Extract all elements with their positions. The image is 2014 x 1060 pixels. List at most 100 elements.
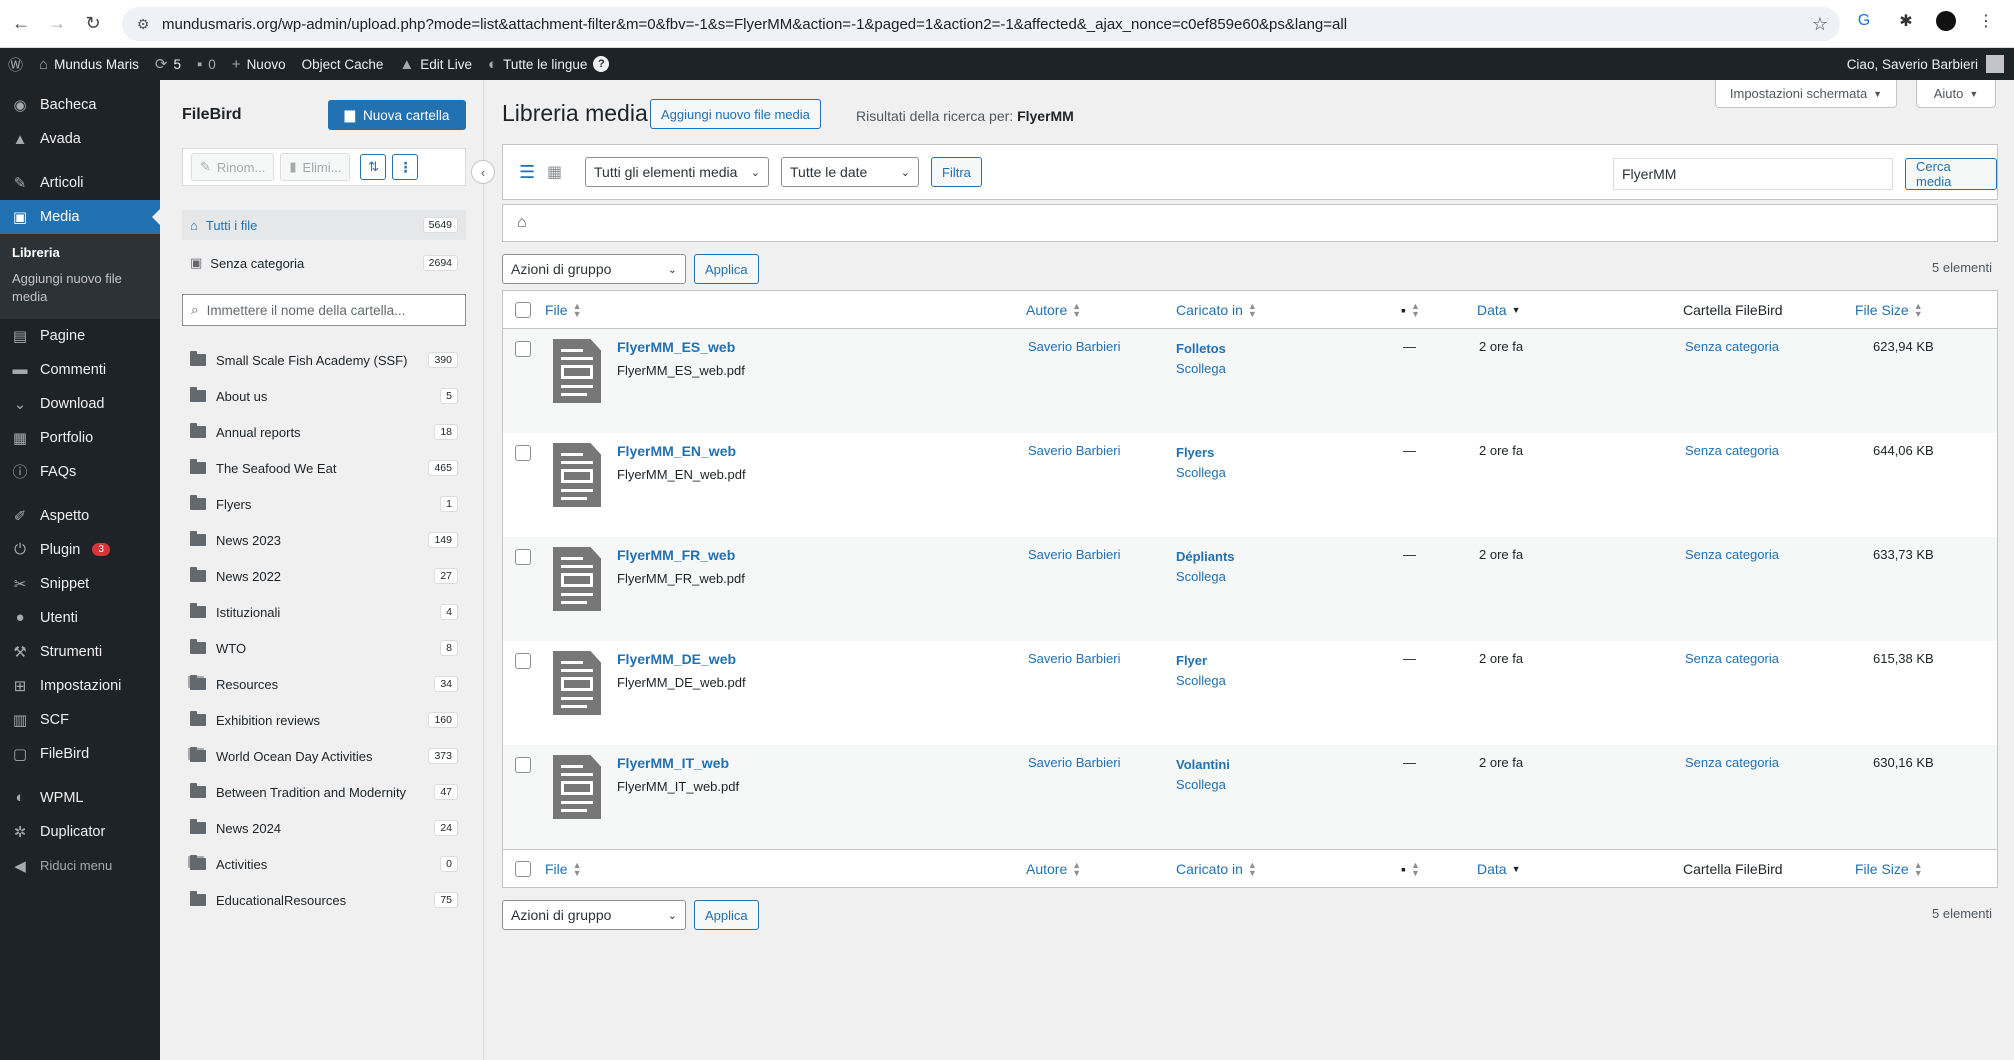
folder-item[interactable]: World Ocean Day Activities 373	[182, 738, 466, 774]
help-button[interactable]: Aiuto ▼	[1916, 80, 1996, 108]
address-bar[interactable]: ⚙ mundusmaris.org/wp-admin/upload.php?mo…	[122, 7, 1840, 41]
folder-item[interactable]: EducationalResources 75	[182, 882, 466, 918]
col-date-footer[interactable]: Data ▼	[1477, 861, 1521, 877]
object-cache-link[interactable]: Object Cache	[294, 48, 392, 80]
col-author-footer[interactable]: Autore ▲ ▼	[1026, 860, 1081, 877]
add-new-media-button[interactable]: Aggiungi nuovo file media	[650, 99, 821, 129]
row-checkbox[interactable]	[515, 549, 531, 565]
new-folder-button[interactable]: ▆ Nuova cartella	[328, 100, 466, 130]
search-media-button[interactable]: Cerca media	[1905, 158, 1997, 190]
list-view-icon[interactable]: ☰	[519, 162, 539, 182]
bulk-actions-select[interactable]: Azioni di gruppo ⌄	[502, 254, 686, 284]
folder-item[interactable]: Istituzionali 4	[182, 594, 466, 630]
bookmark-star-icon[interactable]: ☆	[1812, 14, 1828, 35]
folder-uncategorized[interactable]: ▣ Senza categoria 2694	[182, 248, 466, 278]
menu-item-faqs[interactable]: ⓘ FAQs	[0, 455, 160, 489]
new-content-link[interactable]: + Nuovo	[224, 48, 294, 80]
author-link[interactable]: Saverio Barbieri	[1028, 443, 1121, 458]
attached-post-link[interactable]: Flyer	[1176, 651, 1226, 671]
filter-button[interactable]: Filtra	[931, 157, 982, 187]
attached-post-link[interactable]: Volantini	[1176, 755, 1230, 775]
menu-item-pagine[interactable]: ▤ Pagine	[0, 319, 160, 353]
folder-all-files[interactable]: ⌂ Tutti i file 5649	[182, 210, 466, 240]
collapse-menu-button[interactable]: ◀ Riduci menu	[0, 849, 160, 883]
col-date[interactable]: Data ▼	[1477, 302, 1521, 318]
language-switcher[interactable]: ◐ Tutte le lingue?	[480, 48, 617, 80]
menu-item-download[interactable]: ⌄ Download	[0, 387, 160, 421]
folder-search-input[interactable]: ⌕ Immettere il nome della cartella...	[182, 294, 466, 326]
screen-options-button[interactable]: Impostazioni schermata ▼	[1715, 80, 1897, 108]
menu-item-bacheca[interactable]: ◉ Bacheca	[0, 88, 160, 122]
wp-logo-icon[interactable]: Ⓦ	[0, 48, 31, 80]
date-select[interactable]: Tutte le date ⌄	[781, 157, 919, 187]
menu-item-strumenti[interactable]: ⚒ Strumenti	[0, 635, 160, 669]
media-title-link[interactable]: FlyerMM_ES_web	[617, 339, 735, 355]
col-uploaded-footer[interactable]: Caricato in ▲ ▼	[1176, 860, 1257, 877]
media-type-select[interactable]: Tutti gli elementi media ⌄	[585, 157, 769, 187]
back-icon[interactable]: ←	[6, 9, 36, 39]
menu-item-avada[interactable]: ▲ Avada	[0, 122, 160, 156]
attached-post-link[interactable]: Flyers	[1176, 443, 1226, 463]
folder-item[interactable]: Resources 34	[182, 666, 466, 702]
attached-post-link[interactable]: Dépliants	[1176, 547, 1235, 567]
col-uploaded-to[interactable]: Caricato in ▲ ▼	[1176, 301, 1257, 318]
folder-link[interactable]: Senza categoria	[1685, 443, 1779, 458]
browser-menu-icon[interactable]: ⋮	[1974, 9, 1998, 33]
grid-view-icon[interactable]: ▦	[547, 162, 567, 182]
folder-item[interactable]: News 2024 24	[182, 810, 466, 846]
folder-link[interactable]: Senza categoria	[1685, 651, 1779, 666]
media-title-link[interactable]: FlyerMM_IT_web	[617, 755, 729, 771]
updates-link[interactable]: ⟳ 5	[147, 48, 189, 80]
col-file-footer[interactable]: File ▲ ▼	[545, 860, 581, 877]
menu-item-commenti[interactable]: ▬ Commenti	[0, 353, 160, 387]
folder-link[interactable]: Senza categoria	[1685, 755, 1779, 770]
menu-item-snippet[interactable]: ✂ Snippet	[0, 567, 160, 601]
folder-item[interactable]: Activities 0	[182, 846, 466, 882]
row-checkbox[interactable]	[515, 757, 531, 773]
my-account[interactable]: Ciao, Saverio Barbieri	[1847, 48, 2004, 80]
folder-item[interactable]: News 2023 149	[182, 522, 466, 558]
pdf-document-icon[interactable]	[553, 651, 603, 715]
select-all-checkbox-bottom[interactable]	[515, 860, 531, 877]
menu-item-aspetto[interactable]: ✐ Aspetto	[0, 499, 160, 533]
folder-item[interactable]: Exhibition reviews 160	[182, 702, 466, 738]
detach-link[interactable]: Scollega	[1176, 463, 1226, 483]
bulk-actions-select-bottom[interactable]: Azioni di gruppo ⌄	[502, 900, 686, 930]
menu-item-plugin[interactable]: ⏻ Plugin 3	[0, 533, 160, 567]
menu-item-media[interactable]: ▣ Media	[0, 200, 160, 234]
menu-item-articoli[interactable]: ✎ Articoli	[0, 166, 160, 200]
submenu-libreria[interactable]: Libreria	[0, 240, 160, 266]
detach-link[interactable]: Scollega	[1176, 671, 1226, 691]
menu-item-scf[interactable]: ▥ SCF	[0, 703, 160, 737]
detach-link[interactable]: Scollega	[1176, 775, 1230, 795]
folder-item[interactable]: The Seafood We Eat 465	[182, 450, 466, 486]
folder-item[interactable]: About us 5	[182, 378, 466, 414]
col-file-size[interactable]: File Size ▲ ▼	[1855, 301, 1923, 318]
profile-avatar[interactable]	[1936, 11, 1956, 31]
row-checkbox[interactable]	[515, 653, 531, 669]
menu-item-portfolio[interactable]: ▦ Portfolio	[0, 421, 160, 455]
apply-button-bottom[interactable]: Applica	[694, 900, 759, 930]
media-title-link[interactable]: FlyerMM_DE_web	[617, 651, 736, 667]
sort-folders-icon[interactable]: ⇅	[360, 154, 387, 180]
author-link[interactable]: Saverio Barbieri	[1028, 651, 1121, 666]
comments-link[interactable]: ▪ 0	[189, 48, 224, 80]
author-link[interactable]: Saverio Barbieri	[1028, 339, 1121, 354]
extensions-puzzle-icon[interactable]: ✱	[1894, 9, 1918, 33]
media-search-input[interactable]: FlyerMM	[1613, 158, 1893, 190]
row-checkbox[interactable]	[515, 445, 531, 461]
folder-link[interactable]: Senza categoria	[1685, 339, 1779, 354]
folder-item[interactable]: WTO 8	[182, 630, 466, 666]
col-comments-footer[interactable]: ▪ ▲ ▼	[1401, 860, 1420, 877]
folder-item[interactable]: Annual reports 18	[182, 414, 466, 450]
home-icon[interactable]: ⌂	[517, 214, 527, 232]
site-info-icon[interactable]: ⚙	[130, 16, 156, 33]
select-all-checkbox[interactable]	[515, 301, 531, 318]
menu-item-utenti[interactable]: ● Utenti	[0, 601, 160, 635]
folder-item[interactable]: Between Tradition and Modernity 47	[182, 774, 466, 810]
row-checkbox[interactable]	[515, 341, 531, 357]
menu-item-impostazioni[interactable]: ⊞ Impostazioni	[0, 669, 160, 703]
menu-item-wpml[interactable]: ◐ WPML	[0, 781, 160, 815]
edit-live-link[interactable]: ▲ Edit Live	[391, 48, 480, 80]
rename-folder-button[interactable]: ✎ Rinom...	[191, 153, 275, 181]
